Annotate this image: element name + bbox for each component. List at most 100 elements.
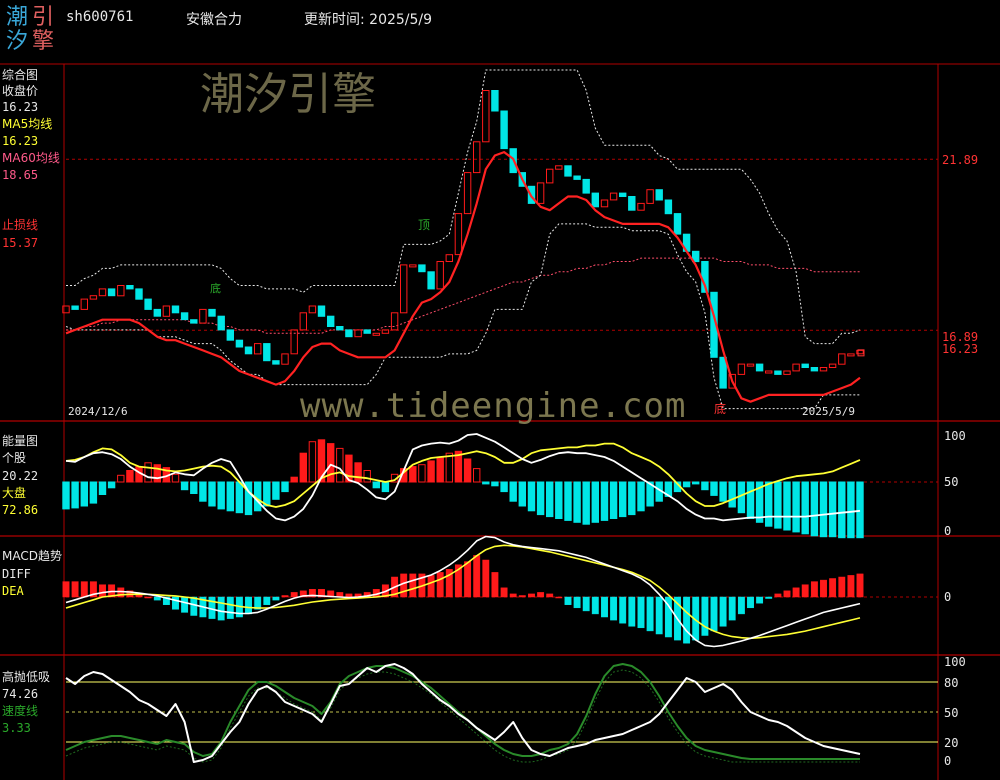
energy-bar	[180, 481, 189, 491]
macd-bar	[564, 596, 572, 605]
candle	[792, 363, 800, 372]
energy-bar	[838, 481, 846, 539]
macd-bar	[400, 573, 408, 598]
energy-bar	[473, 468, 481, 483]
stock-code: sh600761	[66, 9, 134, 25]
candle	[619, 192, 627, 198]
ma60-line	[66, 257, 860, 334]
energy-bar	[89, 481, 98, 504]
energy-stock-label: 个股	[2, 451, 27, 465]
energy-bar	[582, 481, 590, 525]
candle	[838, 353, 846, 365]
macd-dea-line	[65, 544, 861, 640]
candle	[774, 370, 782, 375]
candle	[254, 343, 262, 355]
macd-bar	[464, 561, 472, 598]
energy-bar	[692, 481, 700, 485]
macd-bar	[637, 596, 645, 629]
energy-bar	[409, 466, 417, 483]
energy-bar	[591, 481, 599, 523]
energy-bar	[62, 481, 70, 510]
energy-bar	[719, 481, 727, 502]
candle	[664, 199, 673, 215]
candle	[263, 343, 271, 362]
hl-speed-line	[65, 663, 860, 760]
macd-bar	[619, 596, 627, 624]
macd-bar	[683, 596, 691, 644]
energy-bar	[810, 481, 819, 537]
candle	[171, 305, 180, 314]
energy-tick-0: 0	[944, 524, 952, 538]
candle	[144, 298, 152, 310]
macd-bar	[272, 596, 280, 601]
macd-bar	[509, 593, 517, 598]
candle	[372, 332, 381, 336]
macd-bar	[518, 595, 526, 598]
candle	[555, 165, 563, 170]
macd-bar	[820, 579, 827, 598]
candle	[363, 329, 371, 334]
energy-bar	[126, 470, 134, 483]
candle	[801, 363, 809, 369]
candle	[153, 308, 162, 317]
stop-value: 15.37	[2, 236, 39, 250]
candle	[208, 308, 216, 317]
candle	[810, 367, 819, 372]
candle	[564, 165, 572, 177]
candle	[673, 213, 682, 235]
macd-bar	[847, 575, 855, 598]
candle	[591, 192, 599, 208]
main-panel-plot	[62, 69, 938, 410]
macd-bar	[582, 596, 590, 612]
energy-bar	[491, 481, 499, 487]
candle	[244, 346, 253, 355]
energy-bar	[190, 481, 198, 494]
candle	[609, 192, 618, 201]
macd-bar	[80, 581, 88, 598]
macd-bar	[756, 596, 764, 604]
stock-analysis-chart	[0, 63, 1000, 780]
macd-bar	[427, 575, 435, 598]
energy-market-label: 大盘	[2, 486, 27, 500]
energy-bar	[856, 481, 864, 539]
energy-bar	[765, 481, 773, 527]
macd-bar	[153, 596, 161, 601]
energy-bar	[308, 441, 317, 483]
energy-bar	[847, 481, 855, 539]
macd-bar	[591, 596, 599, 615]
energy-bar	[354, 462, 362, 483]
candle	[573, 175, 581, 180]
candle	[336, 326, 344, 331]
energy-bar	[564, 481, 572, 521]
date-end: 2025/5/9	[802, 405, 855, 418]
macd-bar	[792, 587, 800, 598]
macd-bar	[856, 573, 864, 598]
energy-bar	[235, 481, 244, 514]
candle	[746, 363, 755, 367]
hl-panel-plot	[65, 663, 938, 763]
energy-tick-50: 50	[944, 475, 959, 489]
energy-bar	[372, 481, 381, 489]
energy-bar	[336, 447, 344, 483]
energy-bar	[153, 464, 162, 483]
mark-top: 顶	[418, 218, 431, 232]
candle	[199, 308, 207, 324]
candle	[190, 319, 198, 324]
energy-bar	[774, 481, 782, 529]
macd-bar	[62, 581, 70, 598]
macd-bar	[747, 596, 754, 609]
candle	[436, 261, 444, 290]
energy-bar	[272, 481, 280, 500]
macd-bar	[99, 584, 106, 598]
macd-bar	[172, 596, 179, 610]
macd-bar	[710, 596, 718, 632]
candle	[783, 370, 791, 375]
hl-tick-50: 50	[944, 706, 959, 720]
candle	[482, 90, 490, 143]
energy-bar	[637, 481, 645, 512]
candle	[98, 288, 107, 297]
candle	[491, 90, 499, 112]
candle	[89, 295, 98, 300]
candle	[500, 110, 508, 150]
macd-bar	[774, 593, 782, 598]
